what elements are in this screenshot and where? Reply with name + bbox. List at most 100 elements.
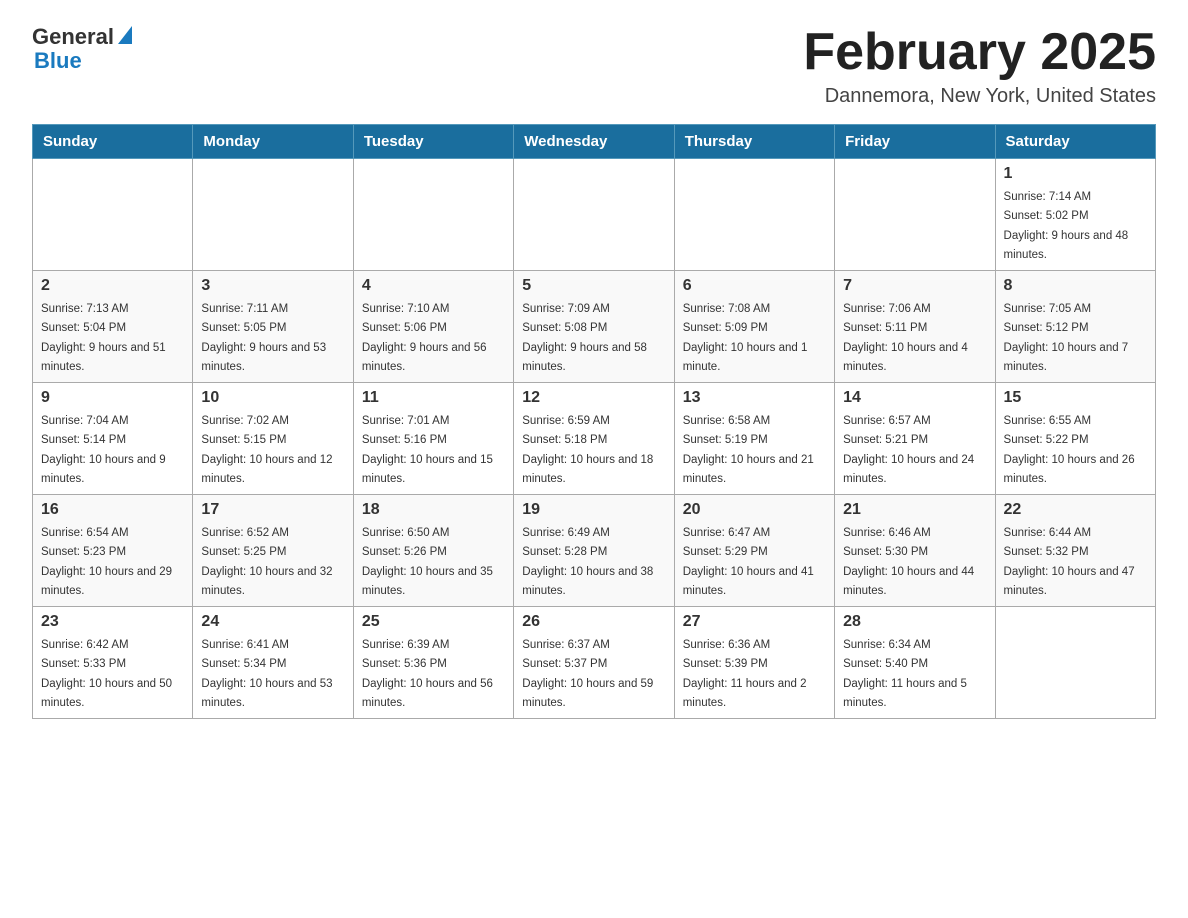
calendar-cell [514,159,674,271]
weekday-header-thursday: Thursday [674,125,834,159]
weekday-header-row: SundayMondayTuesdayWednesdayThursdayFrid… [33,125,1156,159]
calendar-week-row: 9Sunrise: 7:04 AMSunset: 5:14 PMDaylight… [33,383,1156,495]
day-number: 25 [362,613,505,631]
weekday-header-sunday: Sunday [33,125,193,159]
calendar-cell [835,159,995,271]
calendar-cell: 5Sunrise: 7:09 AMSunset: 5:08 PMDaylight… [514,271,674,383]
calendar-cell: 15 Sunrise: 6:55 AMSunset: 5:22 PMDayligh… [995,383,1155,495]
day-number: 3 [201,277,344,295]
calendar-cell: 24 Sunrise: 6:41 AMSunset: 5:34 PMDayligh… [193,607,353,719]
day-number: 10 [201,389,344,407]
calendar-cell: 23 Sunrise: 6:42 AMSunset: 5:33 PMDayligh… [33,607,193,719]
day-number: 6 [683,277,826,295]
calendar-week-row: 16 Sunrise: 6:54 AMSunset: 5:23 PMDayligh… [33,495,1156,607]
calendar-cell: 3 Sunrise: 7:11 AMSunset: 5:05 PMDaylight… [193,271,353,383]
day-info: Sunrise: 6:58 AMSunset: 5:19 PMDaylight:… [683,415,814,485]
calendar-cell: 21 Sunrise: 6:46 AMSunset: 5:30 PMDayligh… [835,495,995,607]
calendar-cell: 11Sunrise: 7:01 AMSunset: 5:16 PMDayligh… [353,383,513,495]
title-area: February 2025 Dannemora, New York, Unite… [803,24,1156,108]
logo-triangle-icon [118,26,132,44]
calendar-cell: 1Sunrise: 7:14 AMSunset: 5:02 PMDaylight… [995,159,1155,271]
day-info: Sunrise: 6:50 AMSunset: 5:26 PMDaylight:… [362,527,493,597]
day-info: Sunrise: 6:34 AMSunset: 5:40 PMDaylight:… [843,639,967,709]
calendar-cell: 4 Sunrise: 7:10 AMSunset: 5:06 PMDaylight… [353,271,513,383]
day-info: Sunrise: 6:59 AMSunset: 5:18 PMDaylight:… [522,415,653,485]
day-info: Sunrise: 6:57 AMSunset: 5:21 PMDaylight:… [843,415,974,485]
day-info: Sunrise: 7:06 AMSunset: 5:11 PMDaylight:… [843,303,968,373]
day-number: 21 [843,501,986,519]
day-info: Sunrise: 7:11 AMSunset: 5:05 PMDaylight:… [201,303,326,373]
calendar-cell: 16 Sunrise: 6:54 AMSunset: 5:23 PMDayligh… [33,495,193,607]
calendar-cell [193,159,353,271]
calendar-cell: 19Sunrise: 6:49 AMSunset: 5:28 PMDayligh… [514,495,674,607]
day-number: 4 [362,277,505,295]
day-info: Sunrise: 6:46 AMSunset: 5:30 PMDaylight:… [843,527,974,597]
day-info: Sunrise: 6:47 AMSunset: 5:29 PMDaylight:… [683,527,814,597]
day-info: Sunrise: 6:52 AMSunset: 5:25 PMDaylight:… [201,527,332,597]
weekday-header-saturday: Saturday [995,125,1155,159]
calendar-cell: 28 Sunrise: 6:34 AMSunset: 5:40 PMDayligh… [835,607,995,719]
day-info: Sunrise: 6:37 AMSunset: 5:37 PMDaylight:… [522,639,653,709]
logo-blue-text: Blue [32,48,82,74]
calendar-cell: 2 Sunrise: 7:13 AMSunset: 5:04 PMDaylight… [33,271,193,383]
calendar-subtitle: Dannemora, New York, United States [803,85,1156,108]
calendar-cell: 7 Sunrise: 7:06 AMSunset: 5:11 PMDaylight… [835,271,995,383]
page-header: General Blue February 2025 Dannemora, Ne… [32,24,1156,108]
weekday-header-tuesday: Tuesday [353,125,513,159]
day-info: Sunrise: 6:36 AMSunset: 5:39 PMDaylight:… [683,639,807,709]
calendar-cell: 10 Sunrise: 7:02 AMSunset: 5:15 PMDayligh… [193,383,353,495]
day-info: Sunrise: 7:08 AMSunset: 5:09 PMDaylight:… [683,303,808,373]
day-number: 28 [843,613,986,631]
day-info: Sunrise: 6:39 AMSunset: 5:36 PMDaylight:… [362,639,493,709]
calendar-cell: 18 Sunrise: 6:50 AMSunset: 5:26 PMDayligh… [353,495,513,607]
day-info: Sunrise: 7:13 AMSunset: 5:04 PMDaylight:… [41,303,166,373]
day-number: 15 [1004,389,1147,407]
calendar-cell: 25 Sunrise: 6:39 AMSunset: 5:36 PMDayligh… [353,607,513,719]
calendar-cell: 17 Sunrise: 6:52 AMSunset: 5:25 PMDayligh… [193,495,353,607]
calendar-cell [995,607,1155,719]
day-number: 13 [683,389,826,407]
calendar-cell: 20 Sunrise: 6:47 AMSunset: 5:29 PMDayligh… [674,495,834,607]
day-info: Sunrise: 6:55 AMSunset: 5:22 PMDaylight:… [1004,415,1135,485]
calendar-cell: 12Sunrise: 6:59 AMSunset: 5:18 PMDayligh… [514,383,674,495]
day-number: 18 [362,501,505,519]
calendar-cell: 13 Sunrise: 6:58 AMSunset: 5:19 PMDayligh… [674,383,834,495]
day-number: 11 [362,389,505,407]
calendar-table: SundayMondayTuesdayWednesdayThursdayFrid… [32,124,1156,719]
day-number: 23 [41,613,184,631]
day-number: 8 [1004,277,1147,295]
calendar-cell [674,159,834,271]
calendar-body: 1Sunrise: 7:14 AMSunset: 5:02 PMDaylight… [33,159,1156,719]
day-info: Sunrise: 7:14 AMSunset: 5:02 PMDaylight:… [1004,191,1129,261]
day-info: Sunrise: 7:10 AMSunset: 5:06 PMDaylight:… [362,303,487,373]
calendar-cell: 27 Sunrise: 6:36 AMSunset: 5:39 PMDayligh… [674,607,834,719]
calendar-week-row: 23 Sunrise: 6:42 AMSunset: 5:33 PMDayligh… [33,607,1156,719]
day-number: 7 [843,277,986,295]
calendar-cell: 6 Sunrise: 7:08 AMSunset: 5:09 PMDaylight… [674,271,834,383]
day-number: 22 [1004,501,1147,519]
day-info: Sunrise: 7:04 AMSunset: 5:14 PMDaylight:… [41,415,166,485]
calendar-week-row: 2 Sunrise: 7:13 AMSunset: 5:04 PMDaylight… [33,271,1156,383]
day-number: 17 [201,501,344,519]
day-info: Sunrise: 7:05 AMSunset: 5:12 PMDaylight:… [1004,303,1129,373]
logo: General Blue [32,24,132,74]
day-number: 24 [201,613,344,631]
day-number: 16 [41,501,184,519]
calendar-cell: 9Sunrise: 7:04 AMSunset: 5:14 PMDaylight… [33,383,193,495]
day-number: 20 [683,501,826,519]
calendar-title: February 2025 [803,24,1156,81]
day-info: Sunrise: 6:54 AMSunset: 5:23 PMDaylight:… [41,527,172,597]
day-number: 19 [522,501,665,519]
day-number: 27 [683,613,826,631]
day-number: 2 [41,277,184,295]
calendar-week-row: 1Sunrise: 7:14 AMSunset: 5:02 PMDaylight… [33,159,1156,271]
calendar-cell: 26Sunrise: 6:37 AMSunset: 5:37 PMDayligh… [514,607,674,719]
day-info: Sunrise: 7:02 AMSunset: 5:15 PMDaylight:… [201,415,332,485]
day-info: Sunrise: 6:42 AMSunset: 5:33 PMDaylight:… [41,639,172,709]
calendar-cell [33,159,193,271]
day-info: Sunrise: 6:41 AMSunset: 5:34 PMDaylight:… [201,639,332,709]
weekday-header-friday: Friday [835,125,995,159]
calendar-cell: 22Sunrise: 6:44 AMSunset: 5:32 PMDayligh… [995,495,1155,607]
logo-general-text: General [32,24,114,50]
day-info: Sunrise: 7:09 AMSunset: 5:08 PMDaylight:… [522,303,647,373]
